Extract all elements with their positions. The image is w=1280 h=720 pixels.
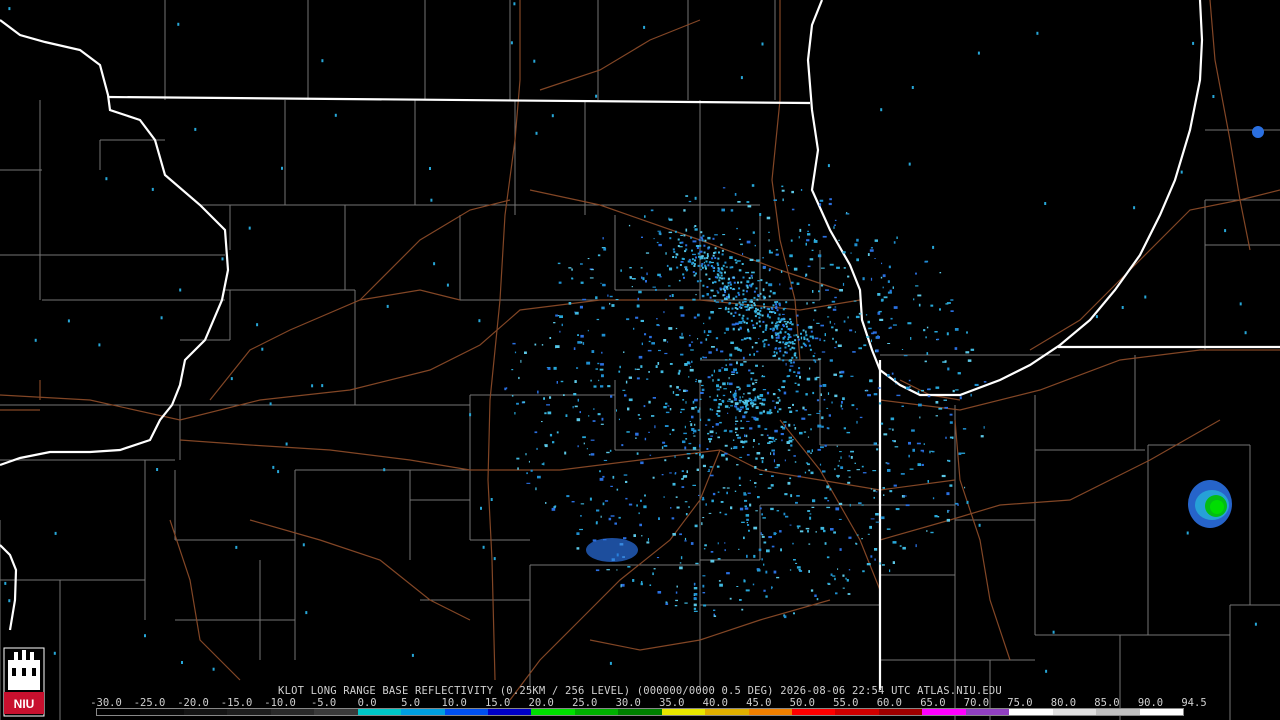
colorbar-swatch [357, 709, 402, 715]
colorbar-swatch [618, 709, 662, 715]
logo-text: NIU [14, 697, 35, 711]
colorbar-swatch [792, 709, 836, 715]
colorbar-swatch [227, 709, 271, 715]
reflectivity-colorbar [96, 708, 1184, 716]
radar-map: NIU [0, 0, 1280, 720]
colorbar-swatch [922, 709, 966, 715]
colorbar-swatch [1096, 709, 1140, 715]
colorbar-swatch [574, 709, 619, 715]
colorbar-swatch [401, 709, 445, 715]
colorbar-swatch [270, 709, 315, 715]
colorbar-swatch [97, 709, 141, 715]
colorbar-swatch [835, 709, 879, 715]
colorbar-swatch [183, 709, 228, 715]
colorbar-swatch [1139, 709, 1183, 715]
product-title: KLOT LONG RANGE BASE REFLECTIVITY (0.25K… [278, 685, 1002, 697]
colorbar-swatch [748, 709, 792, 715]
colorbar-swatch [444, 709, 488, 715]
colorbar-swatch [661, 709, 706, 715]
legend-tick: 94.5 [1181, 697, 1207, 709]
colorbar-swatch [965, 709, 1010, 715]
colorbar-swatch [314, 709, 358, 715]
colorbar-swatch [705, 709, 749, 715]
colorbar-swatch [487, 709, 532, 715]
colorbar-swatch [878, 709, 923, 715]
colorbar-swatch [1052, 709, 1097, 715]
colorbar-swatch [1009, 709, 1053, 715]
colorbar-swatch [140, 709, 184, 715]
colorbar-swatch [531, 709, 575, 715]
niu-logo-icon: NIU [3, 647, 45, 717]
